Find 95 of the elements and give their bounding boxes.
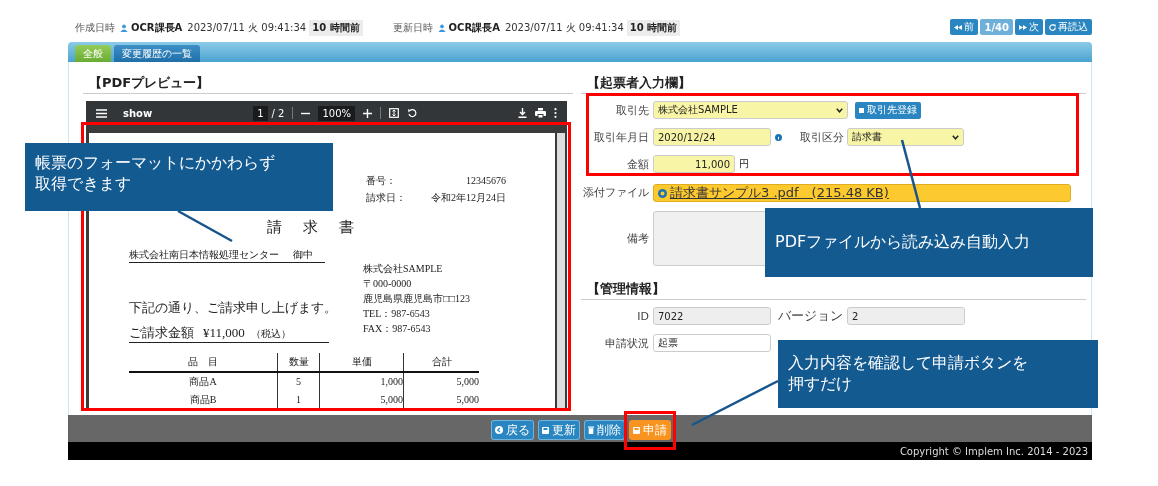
elapsed-badge: 10 時間前 xyxy=(309,20,363,36)
doc-label: 請求日： xyxy=(366,192,407,204)
action-button[interactable]: 更新 xyxy=(538,420,580,440)
more-icon[interactable] xyxy=(554,108,557,118)
print-icon[interactable] xyxy=(535,108,546,118)
message-text: 下記の通り、ご請求申し上げます。 xyxy=(129,301,338,315)
user-name[interactable]: OCR課長A xyxy=(131,21,183,35)
reload-button[interactable]: 再読込 xyxy=(1045,19,1092,35)
user-name[interactable]: OCR課長A xyxy=(448,21,500,35)
fit-page-icon[interactable] xyxy=(389,108,400,118)
user-icon xyxy=(120,24,128,32)
field-label: 金額 xyxy=(626,156,649,172)
file-icon xyxy=(658,188,667,198)
dropdown[interactable]: 請求書 xyxy=(847,128,964,146)
datetime-text: 2023/07/11 火 09:41:34 xyxy=(504,21,624,35)
dropdown[interactable]: 株式会社SAMPLE xyxy=(653,101,848,119)
reload-icon xyxy=(1049,23,1056,31)
tab[interactable]: 全般 xyxy=(75,45,111,62)
amount-field[interactable]: 11,000 xyxy=(653,155,735,173)
date-field[interactable]: 2020/12/24 xyxy=(653,128,771,146)
field-label: ID xyxy=(636,309,649,323)
table-cell: 5,000 xyxy=(319,391,404,409)
table-cell: 商品B xyxy=(129,391,278,409)
field-label: 取引先 xyxy=(615,102,649,118)
section-title: 【PDFプレビュー】 xyxy=(83,62,573,94)
doc-label: 番号： xyxy=(366,175,397,187)
tab[interactable]: 変更履歴の一覧 xyxy=(114,45,200,62)
sender-line: 鹿児島県鹿児島市□□123 xyxy=(363,293,471,305)
page-total: / 2 xyxy=(271,107,285,119)
doc-number: 12345676 xyxy=(465,175,506,187)
page-input[interactable]: 1 xyxy=(253,105,268,121)
callout-text: 帳票のフォーマットにかかわらず 取得できます xyxy=(35,153,275,195)
info-icon[interactable] xyxy=(775,133,782,141)
field-label: バージョン xyxy=(777,307,843,325)
highlight-frame xyxy=(624,411,676,450)
file-name: show xyxy=(123,107,153,119)
column-header: 単価 xyxy=(319,353,404,372)
document-title: 請 求 書 xyxy=(267,218,357,236)
elapsed-badge: 10 時間前 xyxy=(626,20,681,36)
register-button[interactable]: 取引先登録 xyxy=(855,101,921,119)
doc-date: 令和2年12月24日 xyxy=(430,192,506,204)
table-cell: 商品A xyxy=(129,372,278,391)
amount-label: ご請求金額 xyxy=(129,325,195,341)
meta-label: 更新日時 xyxy=(392,21,433,35)
unit-text: 円 xyxy=(739,157,749,171)
column-header: 合計 xyxy=(403,353,479,372)
back-icon xyxy=(495,426,503,434)
chevron-icon xyxy=(836,107,843,113)
sender-line: 〒000-0000 xyxy=(363,278,413,290)
field-label: 取引区分 xyxy=(799,129,844,145)
double-arrow-right-icon xyxy=(1019,24,1027,30)
sender-line: FAX：987-6543 xyxy=(363,323,432,335)
table-cell: 5,000 xyxy=(403,372,479,391)
field-label: 申請状況 xyxy=(604,335,649,351)
table-cell: 1,000 xyxy=(319,372,404,391)
next-button[interactable]: 次 xyxy=(1015,19,1043,35)
scrollbar[interactable] xyxy=(557,133,565,409)
sender-line: 株式会社SAMPLE xyxy=(363,263,444,275)
column-header: 数量 xyxy=(277,353,320,372)
action-button[interactable]: 申請 xyxy=(629,420,671,440)
page-counter[interactable]: 1/40 xyxy=(980,19,1013,35)
copyright-text: Copyright © Implem Inc. 2014 - 2023 xyxy=(899,445,1088,457)
action-button[interactable]: 戻る xyxy=(491,420,534,440)
action-button[interactable]: 削除 xyxy=(584,420,625,440)
double-arrow-left-icon xyxy=(954,24,963,30)
meta-label: 作成日時 xyxy=(75,21,115,35)
table-cell: 1 xyxy=(277,391,320,409)
amount-value: ¥11,000 xyxy=(203,325,245,341)
attachment-link[interactable]: 請求書サンプル3 .pdf (215.48 KB) xyxy=(670,184,889,202)
zoom-in-icon[interactable] xyxy=(363,108,373,118)
field-label: 添付ファイル xyxy=(582,184,649,200)
callout-text: PDFファイルから読み込み自動入力 xyxy=(775,232,1031,253)
field-label: 備考 xyxy=(626,231,649,246)
rotate-icon[interactable] xyxy=(407,108,418,118)
section-title: 【起票者入力欄】 xyxy=(581,62,1086,94)
tax-note: （税込） xyxy=(250,327,291,341)
zoom-level[interactable]: 100% xyxy=(318,105,356,121)
honorific-text: 御中 xyxy=(293,248,313,261)
save-icon xyxy=(542,426,549,434)
user-icon xyxy=(437,24,446,32)
previous-button[interactable]: 前 xyxy=(950,19,979,35)
sender-line: TEL：987-6543 xyxy=(363,308,431,320)
text-field[interactable]: 起票 xyxy=(653,334,771,352)
recipient-name: 株式会社南日本情報処理センター xyxy=(129,248,279,261)
save-icon xyxy=(633,426,640,434)
table-cell: 5,000 xyxy=(403,391,479,409)
download-icon[interactable] xyxy=(518,108,527,118)
datetime-text: 2023/07/11 火 09:41:34 xyxy=(187,21,307,35)
column-header: 品 目 xyxy=(129,353,278,372)
callout-text: 入力内容を確認して申請ボタンを 押すだけ xyxy=(788,353,1028,395)
field-label: 取引年月日 xyxy=(593,129,649,145)
menu-icon[interactable] xyxy=(96,108,107,118)
trash-icon xyxy=(588,426,594,434)
chevron-icon xyxy=(952,134,959,140)
table-cell: 5 xyxy=(277,372,320,391)
